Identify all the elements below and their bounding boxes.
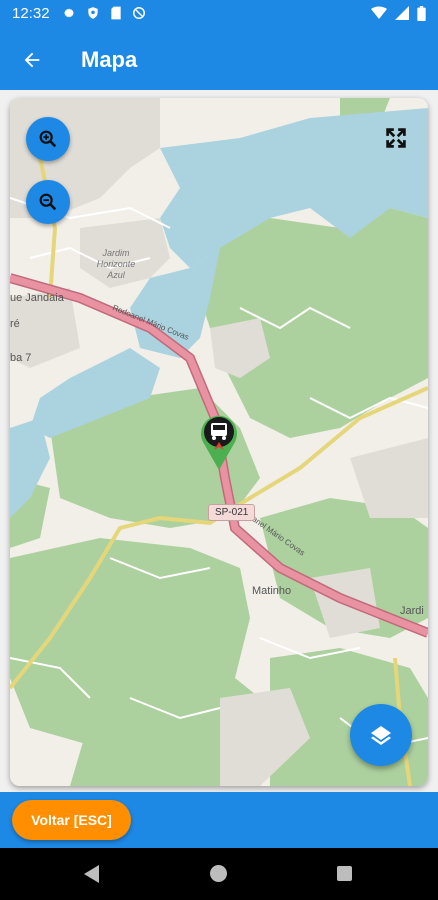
fullscreen-button[interactable] <box>380 122 412 154</box>
layers-button[interactable] <box>350 704 412 766</box>
system-nav-bar <box>0 848 438 900</box>
gear-icon <box>63 8 75 18</box>
zoom-out-icon <box>39 193 57 211</box>
nav-recents-icon[interactable] <box>337 866 352 881</box>
map-label-jandaia: ue Jandaia <box>10 292 64 304</box>
page-title: Mapa <box>81 47 138 72</box>
map-label-ba7: ba 7 <box>10 352 32 364</box>
back-button[interactable] <box>14 42 50 78</box>
shield-icon <box>88 7 98 19</box>
zoom-in-button[interactable] <box>26 117 70 161</box>
bottom-bar: Voltar [ESC] <box>0 792 438 848</box>
status-left-icons <box>62 6 146 20</box>
no-disturb-icon <box>133 7 145 19</box>
content-area: Jardim Horizonte Azul ue Jandaia ré ba 7… <box>0 90 438 792</box>
app-bar: Mapa <box>0 28 438 90</box>
signal-icon <box>395 6 409 20</box>
battery-icon <box>417 6 426 21</box>
truck-marker-icon[interactable] <box>197 410 241 472</box>
zoom-out-button[interactable] <box>26 180 70 224</box>
sd-card-icon <box>111 6 121 20</box>
map-label-matinho: Matinho <box>252 585 292 597</box>
layers-icon <box>371 726 391 745</box>
fullscreen-icon <box>386 128 406 148</box>
arrow-left-icon <box>24 52 40 68</box>
status-right-icons <box>371 6 426 21</box>
map-label-re: ré <box>10 318 20 330</box>
nav-home-icon[interactable] <box>210 865 227 882</box>
status-bar: 12:32 <box>0 0 438 28</box>
wifi-icon <box>371 6 387 19</box>
nav-back-icon[interactable] <box>84 865 100 883</box>
zoom-in-icon <box>39 130 57 148</box>
back-esc-button[interactable]: Voltar [ESC] <box>12 800 131 840</box>
road-shield-sp021: SP-021 <box>208 504 256 521</box>
map-label-jardim-horizonte-azul: Jardim Horizonte Azul <box>96 248 136 280</box>
status-time: 12:32 <box>12 5 50 22</box>
map-card: Jardim Horizonte Azul ue Jandaia ré ba 7… <box>10 98 428 786</box>
map-label-jardi: Jardi <box>400 605 424 617</box>
